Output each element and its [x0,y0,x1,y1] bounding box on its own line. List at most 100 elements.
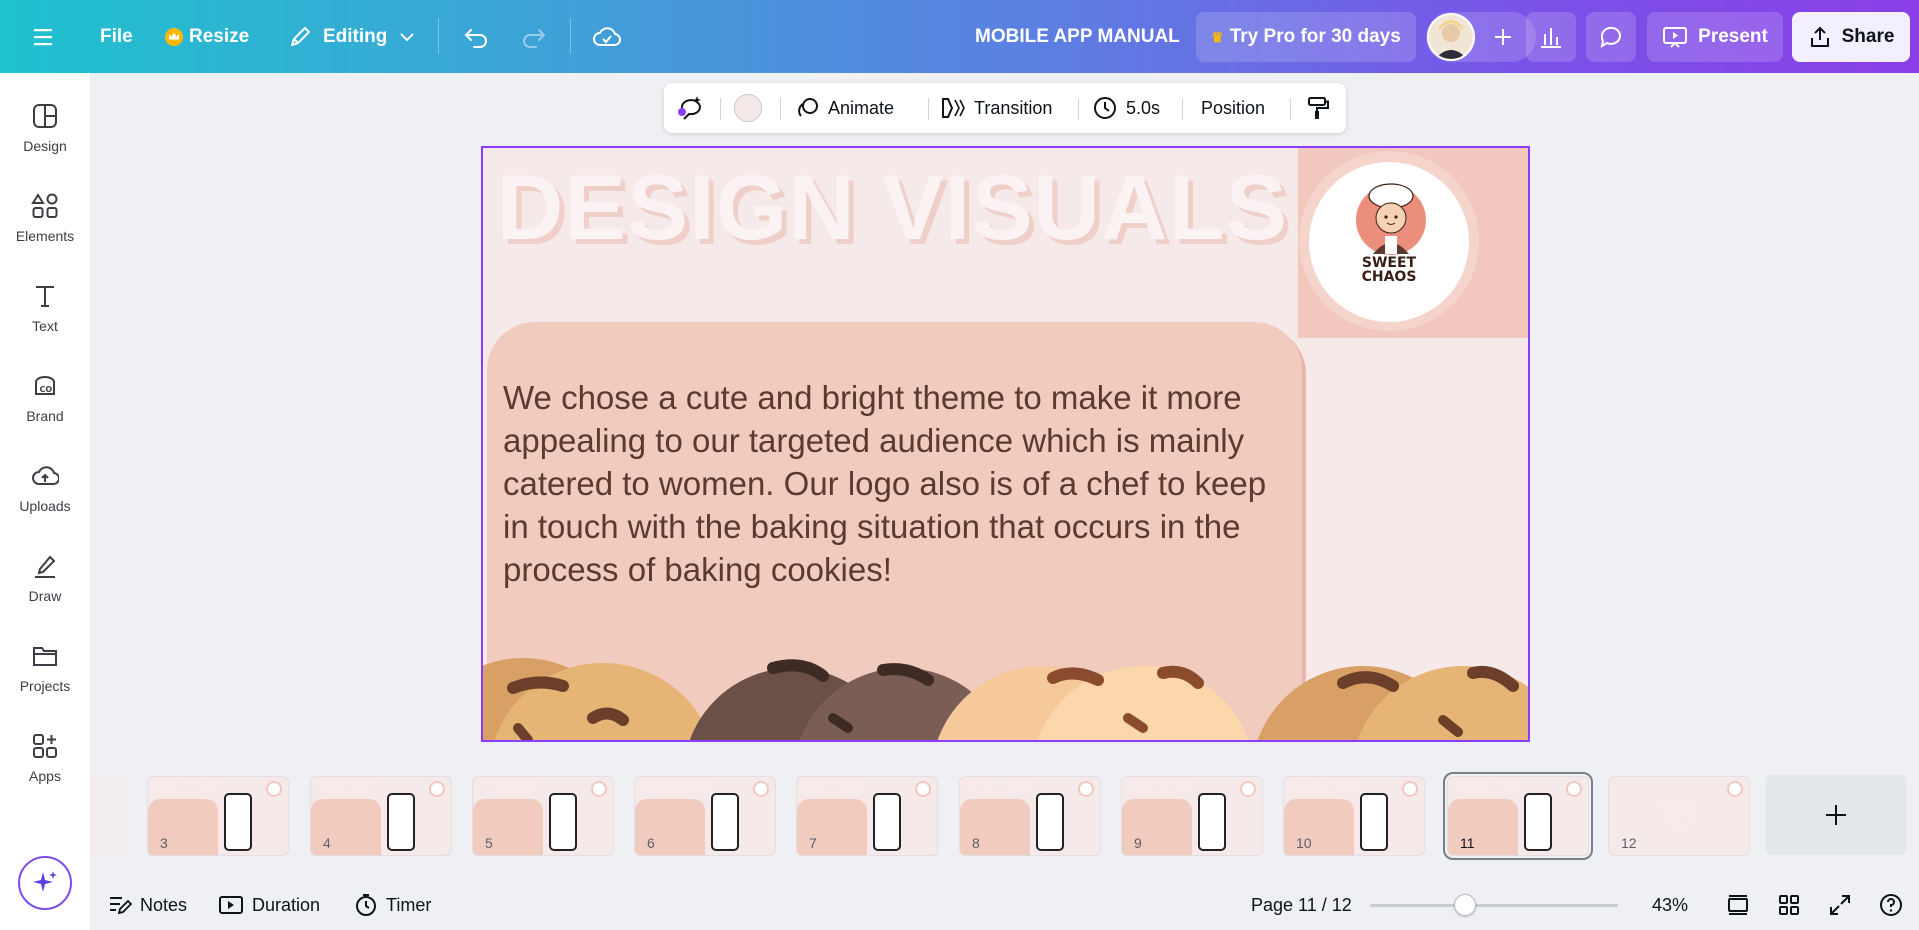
cloud-check-icon [593,26,621,46]
page-view-button[interactable] [1726,880,1750,930]
undo-button[interactable] [462,0,490,73]
thumbnail-phone [387,793,415,851]
sidebar-item-label: Uploads [19,498,71,514]
sidebar-item-uploads[interactable]: Uploads [0,460,90,540]
sidebar-item-apps[interactable]: Apps [0,730,90,810]
thumbnail-phone [1036,793,1064,851]
thumbnail-partial[interactable] [90,776,126,856]
resize-button[interactable]: Resize [165,0,249,73]
thumbnail-number: 7 [809,835,817,851]
sidebar-item-brand[interactable]: CO Brand [0,370,90,450]
divider [570,18,571,54]
sidebar-item-text[interactable]: Text [0,280,90,360]
avatar[interactable] [1427,13,1475,61]
timer-label: Timer [386,894,432,915]
add-page-button[interactable] [1766,775,1906,855]
main-menu-button[interactable] [32,0,56,73]
thumbnail-title: DESIGN VISUALS [1453,779,1534,789]
top-bar: File Resize Editing MOBILE APP MANUAL ♛ … [0,0,1919,73]
logo-line-2: CHAOS [1361,269,1417,285]
page-thumbnail[interactable]: FUNDING PAGE 6 [634,776,776,856]
sidebar-item-design[interactable]: Design [0,100,90,180]
help-button[interactable] [1879,880,1903,930]
page-thumbnail[interactable]: LOGIN PAGE 4 [310,776,452,856]
animate-button[interactable]: Animate [796,83,894,133]
clock-icon [1094,97,1116,119]
duration-toggle-button[interactable]: Duration [218,880,320,930]
thumbnail-number: 3 [160,835,168,851]
slide-body-text[interactable]: We chose a cute and bright theme to make… [503,376,1293,591]
chef-logo-icon [1356,183,1426,255]
thumbnail-logo [1240,781,1256,797]
copy-style-button[interactable] [1304,83,1330,133]
thumbnail-panel [148,799,218,855]
sidebar-item-draw[interactable]: Draw [0,550,90,630]
page-thumbnail[interactable]: SIGN UP PAGE 3 [147,776,289,856]
present-button[interactable]: Present [1647,12,1783,62]
chevron-down-icon [400,32,415,41]
thumbnail-logo [591,781,607,797]
plus-icon [1826,805,1846,825]
editing-label: Editing [323,25,388,47]
redo-button[interactable] [520,0,548,73]
save-status-button[interactable] [592,0,622,73]
position-button[interactable]: Position [1201,83,1265,133]
page-thumbnail[interactable]: RETURN PAGE 9 [1121,776,1263,856]
add-collaborator-icon[interactable] [1492,26,1514,48]
timer-button[interactable]: Timer [354,880,431,930]
comment-icon [1600,26,1621,49]
file-label: File [100,25,133,47]
editing-mode-dropdown[interactable]: Editing [287,0,417,73]
slide-canvas[interactable]: DESIGN VISUALS SWEET CHAOS We chose a cu… [481,146,1530,742]
document-title[interactable]: MOBILE APP MANUAL [975,0,1180,73]
thumbnail-logo [1727,781,1743,797]
page-thumbnail[interactable]: DETAILS PAGE 8 [959,776,1101,856]
insights-button[interactable] [1526,12,1576,62]
try-pro-button[interactable]: ♛ Try Pro for 30 days [1196,12,1416,62]
thumbnail-logo [266,781,282,797]
duration-button[interactable]: 5.0s [1092,83,1160,133]
expand-icon [1830,895,1850,915]
sidebar-item-projects[interactable]: Projects [0,640,90,720]
page-indicator-text: Page 11 / 12 [1251,894,1352,915]
magic-edit-button[interactable] [676,83,704,133]
sidebar-item-label: Apps [29,768,61,784]
magic-lasso-icon [678,96,701,120]
divider [928,98,929,120]
page-thumbnail[interactable]: RECIPE PAGE 7 [796,776,938,856]
background-color-button[interactable] [734,83,762,133]
zoom-slider-handle[interactable] [1454,894,1477,916]
comments-button[interactable] [1586,12,1636,62]
page-indicator[interactable]: Page 11 / 12 [1251,880,1352,930]
thumbnail-title: SIGN UP PAGE [153,779,221,789]
fullscreen-button[interactable] [1828,880,1852,930]
zoom-slider[interactable] [1370,904,1618,907]
thumbnail-phone [224,793,252,851]
thumbnail-number: 10 [1296,835,1312,851]
grid-view-button[interactable] [1777,880,1801,930]
page-thumbnail[interactable]: THANK YOU! 12 [1608,776,1750,856]
transition-button[interactable]: Transition [940,83,1052,133]
notes-button[interactable]: Notes [108,880,187,930]
thumbnail-logo [753,781,769,797]
sidebar-item-label: Brand [26,408,64,424]
position-label: Position [1201,97,1266,118]
share-icon [1810,26,1829,47]
sidebar-item-label: Projects [19,678,71,694]
share-button[interactable]: Share [1792,12,1910,62]
present-icon [1663,27,1688,48]
divider [1078,98,1079,120]
thumbnail-phone [1360,793,1388,851]
page-thumbnail[interactable]: INTRO PAGE 5 [472,776,614,856]
page-thumbnail[interactable]: DESIGN VISUALS 11 [1443,772,1593,860]
zoom-level-button[interactable]: 43% [1652,880,1688,930]
file-menu-button[interactable]: File [100,0,133,73]
redo-icon [523,28,546,48]
present-label: Present [1698,26,1768,47]
page-thumbnail[interactable]: RANKING PAGE 10 [1283,776,1425,856]
sidebar-item-elements[interactable]: Elements [0,190,90,270]
slide-title[interactable]: DESIGN VISUALS [497,156,1288,261]
sweet-chaos-logo[interactable]: SWEET CHAOS [1309,162,1469,322]
thumbnail-logo [429,781,445,797]
magic-assistant-button[interactable] [18,856,72,910]
